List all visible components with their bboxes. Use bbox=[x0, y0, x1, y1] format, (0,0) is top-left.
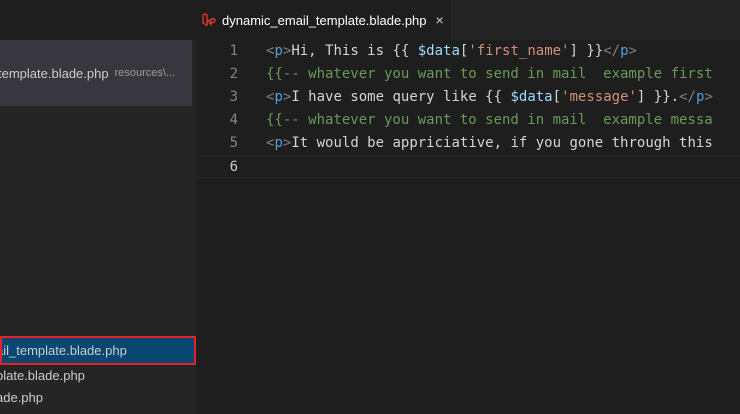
editor-area: dynamic_email_template.blade.php × 1 <p>H… bbox=[196, 0, 740, 414]
code-editor[interactable]: 1 <p>Hi, This is {{ $data['first_name'] }… bbox=[196, 40, 740, 178]
sidebar-header-strip bbox=[0, 0, 196, 40]
line-number: 4 bbox=[229, 112, 238, 128]
tree-item-label: plate.blade.php bbox=[0, 368, 85, 383]
laravel-icon bbox=[202, 13, 216, 27]
file-tree: ail_template.blade.php plate.blade.php a… bbox=[0, 336, 196, 409]
code-token: p bbox=[274, 89, 283, 105]
tab-bar: dynamic_email_template.blade.php × bbox=[196, 0, 740, 40]
code-token: 'message' bbox=[561, 89, 637, 105]
code-token: p bbox=[274, 135, 283, 151]
code-token: 'first_name' bbox=[468, 43, 570, 59]
code-text: <p>Hi, This is {{ $data['first_name'] }}… bbox=[266, 40, 637, 63]
code-token: I have some query like {{ bbox=[291, 89, 511, 105]
tree-item-selected-file[interactable]: ail_template.blade.php bbox=[0, 336, 196, 365]
explorer-sidebar: template.blade.php resources\... ail_tem… bbox=[0, 0, 196, 414]
code-token: {{-- whatever you want to send in mail e… bbox=[266, 112, 713, 128]
code-text: {{-- whatever you want to send in mail e… bbox=[266, 109, 713, 132]
tree-item-file[interactable]: plate.blade.php bbox=[0, 365, 196, 387]
code-line[interactable]: 3 <p>I have some query like {{ $data['mes… bbox=[196, 86, 740, 109]
line-number: 1 bbox=[229, 43, 238, 59]
code-line[interactable]: 1 <p>Hi, This is {{ $data['first_name'] }… bbox=[196, 40, 740, 63]
code-line[interactable]: 6 bbox=[196, 155, 740, 178]
code-token: > bbox=[628, 43, 637, 59]
code-token: </ bbox=[679, 89, 696, 105]
open-editor-item[interactable]: template.blade.php resources\... bbox=[0, 40, 192, 106]
close-icon[interactable]: × bbox=[436, 12, 444, 28]
line-number: 3 bbox=[229, 89, 238, 105]
line-number: 6 bbox=[229, 159, 238, 175]
code-token: Hi, This is {{ bbox=[291, 43, 418, 59]
tree-item-label: ade.php bbox=[0, 390, 43, 405]
code-token: p bbox=[274, 43, 283, 59]
code-text: <p>It would be appriciative, if you gone… bbox=[266, 132, 713, 155]
tab-dynamic-email-template[interactable]: dynamic_email_template.blade.php × bbox=[196, 0, 451, 40]
tab-title: dynamic_email_template.blade.php bbox=[222, 12, 427, 28]
code-token: </ bbox=[603, 43, 621, 59]
code-token: It would be appriciative, if you gone th… bbox=[291, 135, 713, 151]
code-token: $data bbox=[510, 89, 553, 105]
code-line[interactable]: 4 {{-- whatever you want to send in mail … bbox=[196, 109, 740, 132]
code-text: <p>I have some query like {{ $data['mess… bbox=[266, 86, 713, 109]
code-line[interactable]: 2 {{-- whatever you want to send in mail … bbox=[196, 63, 740, 86]
code-token: > bbox=[704, 89, 713, 105]
line-number: 2 bbox=[229, 66, 238, 82]
open-editor-path: resources\... bbox=[114, 67, 176, 79]
open-editor-filename: template.blade.php bbox=[0, 65, 109, 81]
tree-item-label: ail_template.blade.php bbox=[0, 343, 127, 358]
code-token: {{-- whatever you want to send in mail e… bbox=[266, 66, 713, 82]
tree-item-file[interactable]: ade.php bbox=[0, 387, 196, 409]
line-number: 5 bbox=[229, 135, 238, 151]
code-token: ] }} bbox=[569, 43, 604, 59]
code-token: ] }}. bbox=[636, 89, 680, 105]
code-token: [ bbox=[552, 89, 562, 105]
code-token: p bbox=[620, 43, 629, 59]
code-text: {{-- whatever you want to send in mail e… bbox=[266, 63, 713, 86]
code-line[interactable]: 5 <p>It would be appriciative, if you gon… bbox=[196, 132, 740, 155]
code-token: $data bbox=[417, 43, 460, 59]
